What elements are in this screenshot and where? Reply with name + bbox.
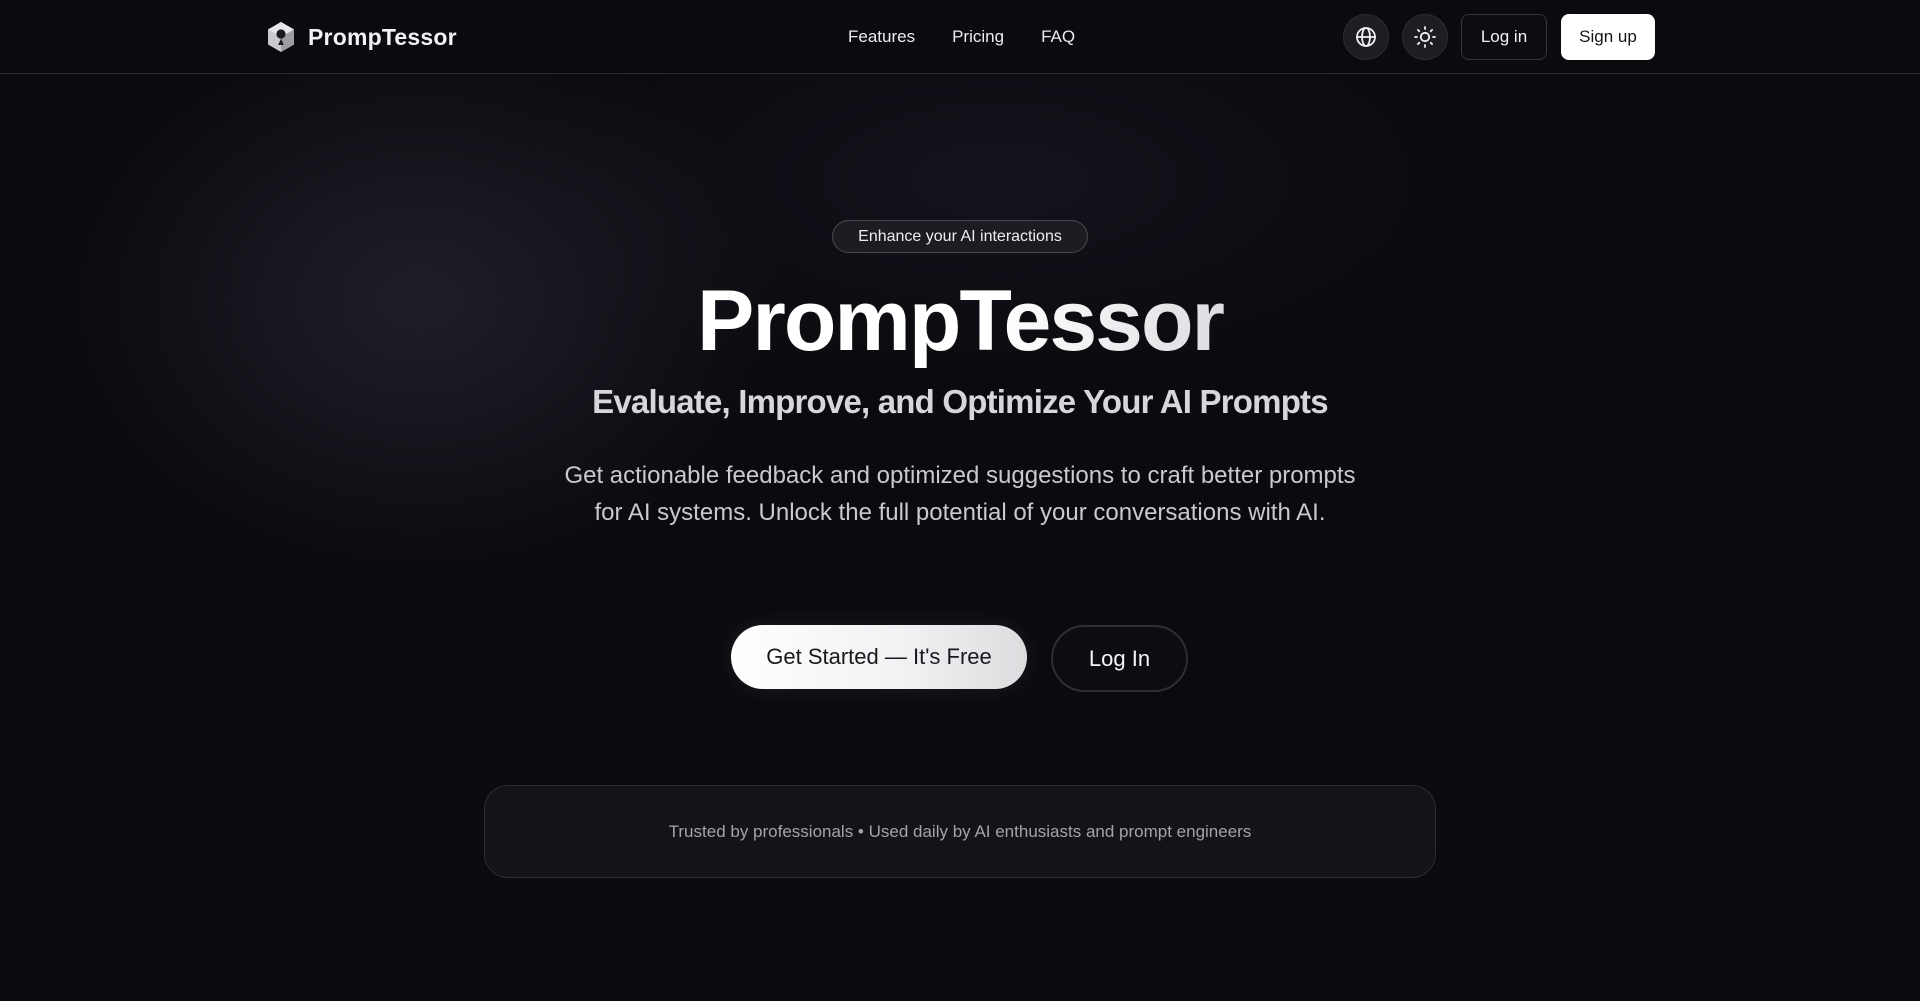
theme-toggle-button[interactable] (1402, 14, 1448, 60)
hero-login-button[interactable]: Log In (1051, 625, 1188, 692)
globe-icon (1356, 27, 1376, 47)
header-signup-button[interactable]: Sign up (1561, 14, 1655, 60)
nav-features-link[interactable]: Features (848, 27, 915, 47)
sun-icon (1414, 26, 1436, 48)
main-nav: Features Pricing FAQ (848, 24, 1075, 50)
top-navigation-bar: PrompTessor Features Pricing FAQ Log in … (0, 0, 1920, 74)
brand-home-link[interactable]: PrompTessor (266, 19, 457, 55)
hero-description: Get actionable feedback and optimized su… (564, 462, 1356, 526)
get-started-button[interactable]: Get Started — It's Free (731, 625, 1027, 689)
header-login-button[interactable]: Log in (1461, 14, 1547, 60)
nav-faq-link[interactable]: FAQ (1041, 27, 1075, 47)
nav-pricing-link[interactable]: Pricing (952, 27, 1004, 47)
hero-title: PrompTessor (560, 266, 1360, 376)
trust-banner: Trusted by professionals • Used daily by… (484, 785, 1436, 878)
language-button[interactable] (1343, 14, 1389, 60)
hero-subtitle: Evaluate, Improve, and Optimize Your AI … (592, 383, 1328, 420)
trust-text: Trusted by professionals • Used daily by… (668, 821, 1252, 841)
hexagon-logo-icon (268, 22, 294, 52)
hero-badge: Enhance your AI interactions (832, 220, 1088, 253)
landing-page: PrompTessor Features Pricing FAQ Log in … (0, 0, 1920, 1001)
brand-name: PrompTessor (308, 23, 457, 50)
